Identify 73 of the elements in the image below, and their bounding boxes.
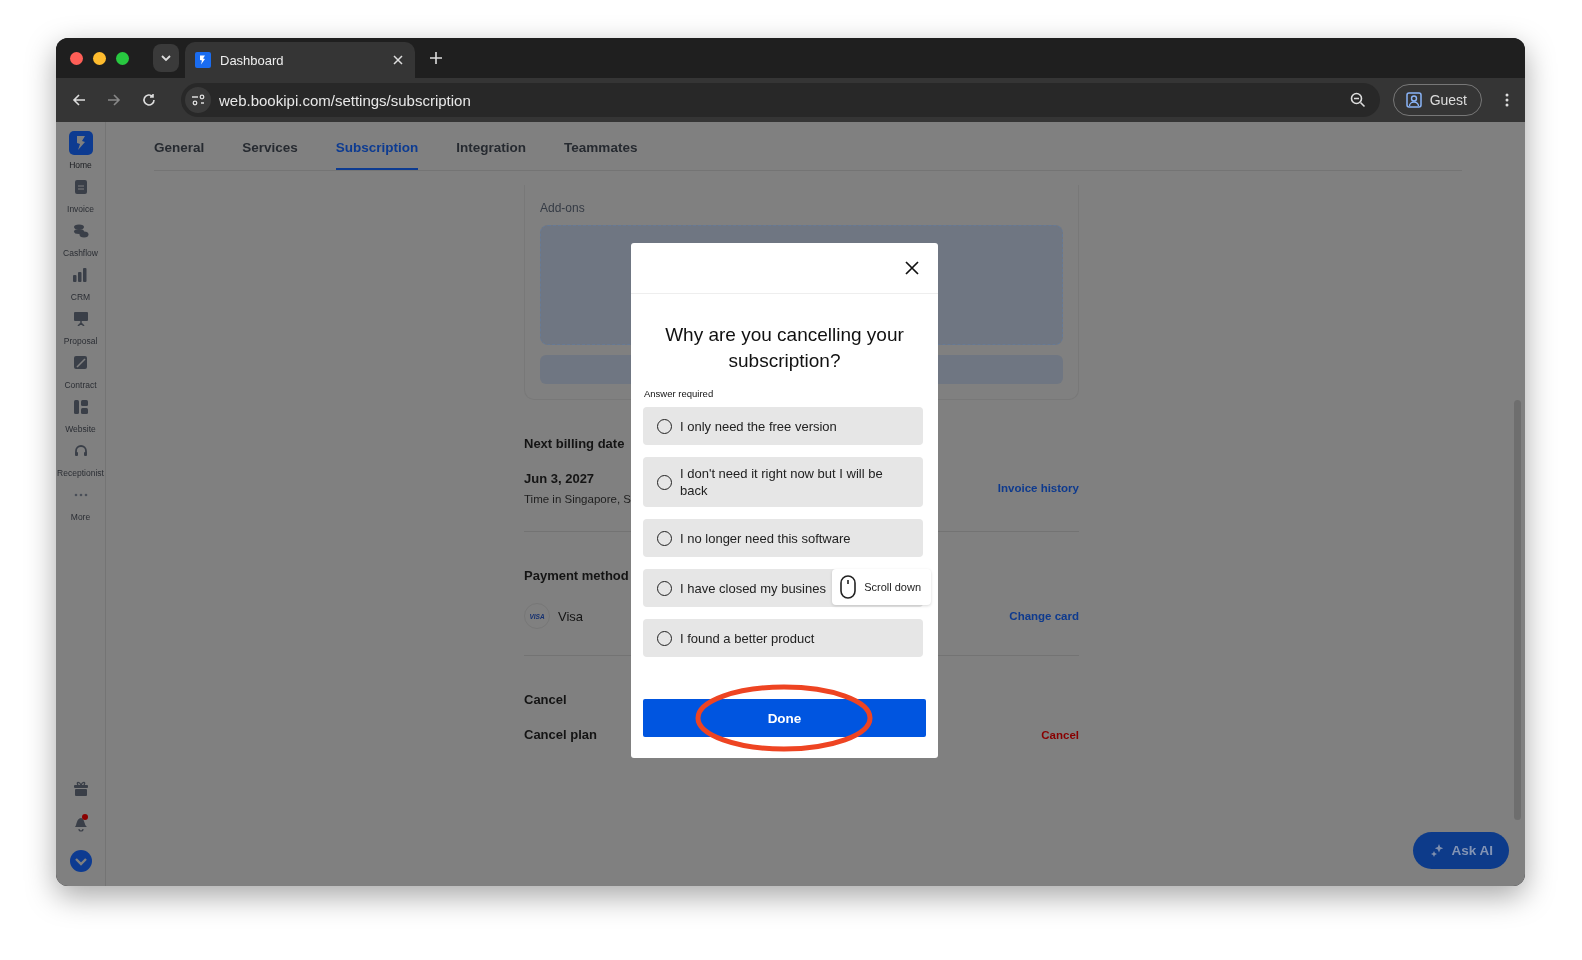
sidebar-item[interactable]: Home: [68, 129, 93, 173]
settings-tab[interactable]: Services: [242, 122, 298, 170]
option-label: I only need the free version: [680, 417, 837, 435]
sparkle-icon: [1430, 843, 1445, 858]
forward-icon[interactable]: [107, 93, 121, 107]
back-icon[interactable]: [72, 93, 86, 107]
settings-tab[interactable]: Integration: [456, 122, 527, 170]
option-label: I no longer need this software: [680, 529, 851, 547]
close-window-button[interactable]: [70, 51, 83, 65]
close-icon[interactable]: [905, 261, 919, 275]
settings-tab[interactable]: General: [154, 122, 205, 170]
minimize-window-button[interactable]: [93, 51, 106, 65]
answer-required-text: Answer required: [644, 388, 715, 399]
cancel-link[interactable]: Cancel: [1041, 728, 1079, 741]
sidebar-item[interactable]: Invoice: [67, 173, 94, 217]
settings-tab[interactable]: Subscription: [335, 122, 419, 170]
sidebar-item[interactable]: Contract: [64, 349, 97, 393]
addons-title: Add-ons: [540, 201, 586, 215]
browser-tab[interactable]: Dashboard: [185, 42, 415, 78]
option-label: I found a better product: [680, 629, 815, 647]
answer-option[interactable]: I don't need it right now but I will be back: [643, 457, 923, 507]
tooltip-text: Scroll down: [864, 581, 921, 593]
done-button[interactable]: Done: [643, 699, 926, 737]
pen-square-icon: [73, 356, 88, 370]
new-tab-icon[interactable]: [430, 52, 442, 64]
layout-icon: [73, 400, 88, 414]
option-label: I have closed my busines: [680, 579, 826, 597]
chevron-down-icon: [160, 52, 172, 64]
address-bar[interactable]: web.bookipi.com/settings/subscription: [181, 83, 1380, 117]
section-title: Cancel: [524, 692, 568, 707]
site-settings-icon[interactable]: [185, 87, 211, 113]
answer-option[interactable]: I found a better product: [643, 619, 923, 657]
card-name: Visa: [558, 608, 584, 624]
url-text: web.bookipi.com/settings/subscription: [219, 91, 472, 109]
more-icon: [73, 493, 88, 497]
bell-icon[interactable]: [72, 814, 89, 832]
chevron-down-icon[interactable]: [69, 850, 92, 872]
cancel-plan-label: Cancel plan: [524, 727, 597, 742]
billing-date: Jun 3, 2027: [524, 471, 596, 486]
zoom-icon[interactable]: [1349, 92, 1366, 108]
tab-list-button[interactable]: [153, 44, 179, 72]
sidebar-item[interactable]: Receptionist: [57, 437, 104, 481]
document-icon: [74, 180, 87, 194]
sidebar-item[interactable]: CRM: [70, 261, 91, 305]
bar-chart-icon: [73, 268, 88, 282]
change-card-link[interactable]: Change card: [1009, 610, 1079, 622]
timezone-text: Time in Singapore, S: [524, 493, 631, 505]
close-tab-icon[interactable]: [393, 55, 403, 65]
answer-option[interactable]: I only need the free version: [643, 407, 923, 445]
ask-ai-button[interactable]: Ask AI: [1413, 832, 1509, 869]
coins-icon: [72, 224, 89, 238]
sidebar-item[interactable]: Website: [65, 393, 96, 437]
answer-option[interactable]: I no longer need this software: [643, 519, 923, 557]
maximize-window-button[interactable]: [116, 51, 129, 65]
option-label: I don't need it right now but I will be back: [680, 465, 884, 499]
section-title: Payment method: [524, 568, 630, 583]
gift-icon[interactable]: [72, 780, 89, 796]
presentation-icon: [73, 312, 88, 326]
logo-icon: [195, 52, 211, 68]
reload-icon[interactable]: [142, 93, 156, 107]
sidebar-item[interactable]: Proposal: [63, 305, 98, 349]
dialog-question: Why are you cancelling your subscription?: [664, 323, 905, 373]
profile-icon: [1405, 92, 1422, 108]
settings-tab[interactable]: Teammates: [564, 122, 638, 170]
mouse-icon: [840, 575, 857, 599]
logo-icon: [68, 131, 93, 155]
headset-icon: [73, 444, 88, 458]
invoice-history-link[interactable]: Invoice history: [997, 482, 1079, 494]
tab-title: Dashboard: [220, 52, 285, 68]
sidebar-item[interactable]: More: [70, 481, 91, 525]
menu-icon[interactable]: [1505, 93, 1509, 107]
section-title: Next billing date: [524, 436, 626, 451]
sidebar-item[interactable]: Cashflow: [63, 217, 98, 261]
